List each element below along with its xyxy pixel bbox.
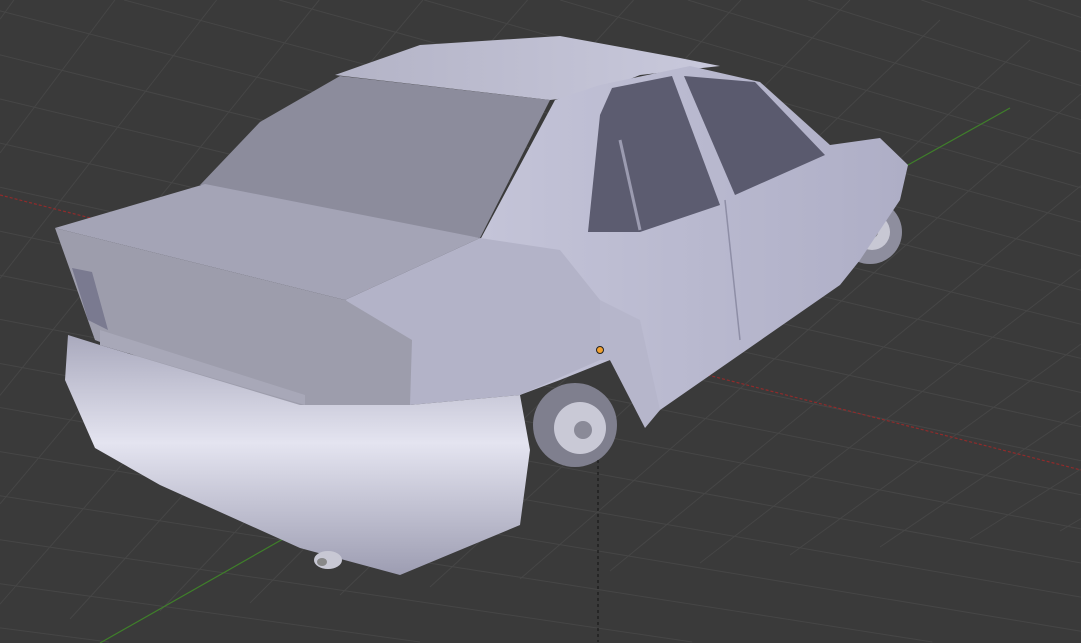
grid-line xyxy=(1059,518,1081,532)
grid-line xyxy=(789,343,1081,556)
rear-left-wheel xyxy=(533,383,617,467)
y-axis-line-far xyxy=(889,107,1011,176)
y-axis-line xyxy=(99,534,291,643)
viewport-canvas[interactable] xyxy=(0,0,1081,643)
grid-line xyxy=(879,410,1081,548)
grid-line xyxy=(0,0,15,20)
grid-line xyxy=(921,0,1081,53)
car-model[interactable] xyxy=(55,36,908,575)
exhaust-pipe xyxy=(314,551,342,569)
grid-line xyxy=(0,627,109,643)
3d-viewport[interactable] xyxy=(0,0,1081,643)
grid-line xyxy=(0,0,116,154)
object-origin-dot[interactable] xyxy=(596,346,604,354)
grid-line xyxy=(807,0,1081,87)
grid-line xyxy=(1028,0,1081,18)
